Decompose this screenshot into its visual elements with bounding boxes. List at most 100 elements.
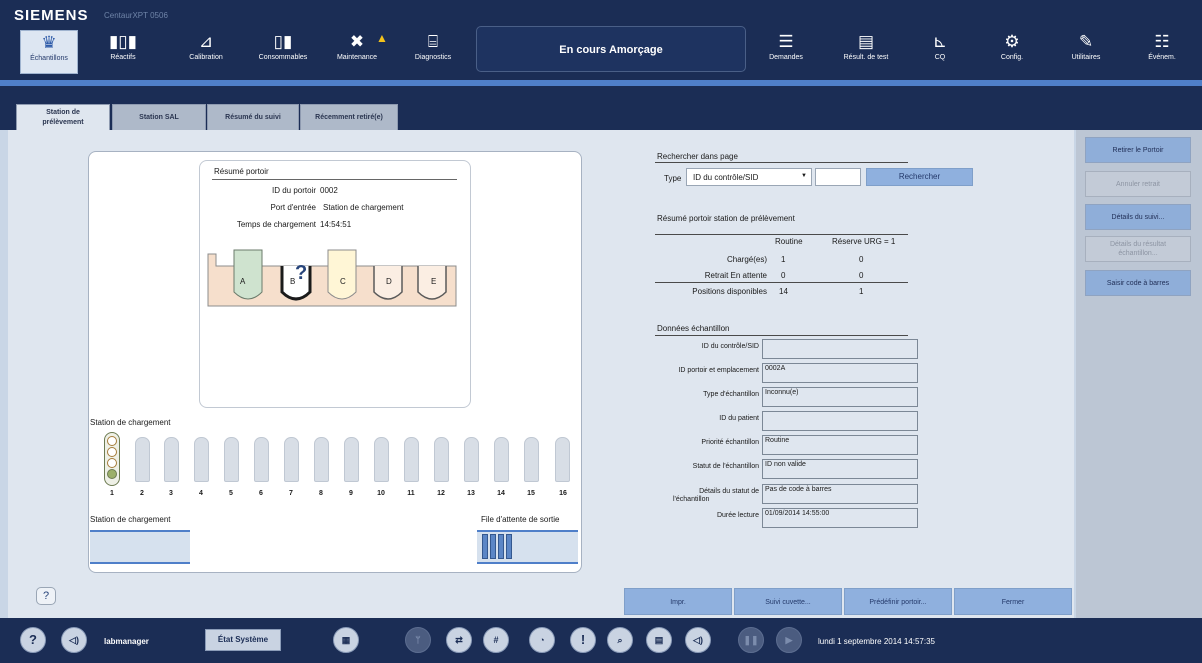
nav-test-results-button[interactable]: ▤ Résult. de test [837,30,895,74]
chevron-down-icon: ▼ [801,173,807,179]
summary-row-label: Chargé(es) [726,255,767,264]
lane-number: 1 [110,490,114,497]
loading-station-title: Station de chargement [90,418,171,427]
lane-number: 3 [169,490,173,497]
help-button[interactable]: ? [36,587,56,605]
lane-15-slot[interactable] [524,437,539,482]
nav-utilities-label: Utilitaires [1071,54,1101,61]
lane-11-slot[interactable] [404,437,419,482]
nav-diagnostics-button[interactable]: ⌸ Diagnostics [404,30,462,74]
qc-icon: ⊾ [932,32,948,51]
search-input[interactable] [815,168,861,186]
enter-barcode-button[interactable]: Saisir code à barres [1085,270,1191,296]
field-label-rack-location: ID portoir et emplacement [678,367,759,374]
tab-resume-suivi[interactable]: Résumé du suivi [207,104,299,130]
nav-config-button[interactable]: ⚙ Config. [983,30,1041,74]
lane-13-slot[interactable] [464,437,479,482]
help-circle-icon[interactable]: ? [20,627,46,653]
nav-diagnostics-label: Diagnostics [414,54,452,61]
loading-station-bottom-label: Station de chargement [90,515,171,524]
lane-5-slot[interactable] [224,437,239,482]
tab-station-sal[interactable]: Station SAL [112,104,206,130]
lane-2-slot[interactable] [135,437,150,482]
sample-result-details-button[interactable]: Détails du résultat échantillon... [1085,236,1191,262]
bottom-status-bar [0,618,1202,663]
field-control-sid [762,339,918,359]
field-label-patient-id: ID du patient [719,415,759,422]
lane-number: 7 [289,490,293,497]
nav-calibration-button[interactable]: ⊿ Calibration [177,30,235,74]
lane-number: 4 [199,490,203,497]
network-icon: ᛘ [405,627,431,653]
nav-qc-button[interactable]: ⊾ CQ [911,30,969,74]
field-read-time: 01/09/2014 14:55:00 [762,508,918,528]
lane-10-slot[interactable] [374,437,389,482]
lane-3-slot[interactable] [164,437,179,482]
tube-a [233,249,263,300]
diagnostics-icon: ⌸ [427,32,439,51]
sample-data-divider [655,335,908,336]
search-button[interactable]: Rechercher [866,168,973,186]
tracking-details-button[interactable]: Détails du suivi... [1085,204,1191,230]
search-icon[interactable]: ⌕ [607,627,633,653]
print-button[interactable]: Impr. [624,588,732,615]
summary-row-divider [655,282,908,283]
predefine-rack-button[interactable]: Prédéfinir portoir... [844,588,952,615]
lane-6-slot[interactable] [254,437,269,482]
lane-number: 8 [319,490,323,497]
nav-utilities-button[interactable]: ✎ Utilitaires [1057,30,1115,74]
nav-requests-button[interactable]: ☰ Demandes [757,30,815,74]
cancel-removal-button[interactable]: Annuler retrait [1085,171,1191,197]
summary-row-label: Retrait En attente [704,271,767,280]
lane-4-slot[interactable] [194,437,209,482]
gauge-icon[interactable]: ◔ [529,627,555,653]
calibration-icon: ⊿ [198,32,214,51]
lane-1-light-4 [107,469,117,479]
field-label-status-details: Détails du statut de l'échantillon [647,488,759,504]
samples-icon: ♛ [41,33,57,52]
sound-icon[interactable]: ◁) [61,627,87,653]
tab-station-prelevement[interactable]: Station de prélèvement [16,104,110,130]
grid-icon[interactable]: # [483,627,509,653]
lane-7-slot[interactable] [284,437,299,482]
system-status-button[interactable]: État Système [205,629,281,651]
alert-icon[interactable]: ! [570,627,596,653]
nav-consumables-button[interactable]: ▯▮ Consommables [254,30,312,74]
nav-samples-button[interactable]: ♛ Échantillons [20,30,78,74]
config-icon: ⚙ [1004,32,1020,51]
speaker-icon[interactable]: ◁) [685,627,711,653]
search-type-select[interactable]: ID du contrôle/SID ▼ [686,168,812,186]
load-time-label: Temps de chargement [236,220,316,229]
tab-recemment-retire[interactable]: Récemment retiré(e) [300,104,398,130]
sample-data-title: Données échantillon [657,324,730,333]
lane-number: 9 [349,490,353,497]
lane-number: 16 [559,490,567,497]
lane-16-slot[interactable] [555,437,570,482]
cuvette-tracking-button[interactable]: Suivi cuvette... [734,588,842,615]
nav-events-button[interactable]: ☷ Événem. [1133,30,1191,74]
nav-events-label: Événem. [1148,54,1176,61]
field-sample-priority: Routine [762,435,918,455]
lane-9-slot[interactable] [344,437,359,482]
exit-queue-rack-2 [490,534,496,559]
lane-12-slot[interactable] [434,437,449,482]
utilities-icon: ✎ [1078,32,1094,51]
tube-c [327,249,357,300]
summary-row-urg: 0 [859,271,864,280]
nav-config-label: Config. [1000,54,1024,61]
field-label-control-sid: ID du contrôle/SID [701,343,759,350]
summary-row-routine: 1 [781,255,786,264]
calendar-icon[interactable]: ▤ [646,627,672,653]
lane-14-slot[interactable] [494,437,509,482]
module-status-icon[interactable]: ▦ [333,627,359,653]
close-button[interactable]: Fermer [954,588,1072,615]
tab-station-prelevement-line1: Station de [46,109,80,116]
field-label-read-time: Durée lecture [716,512,759,519]
search-type-label: Type [664,174,682,183]
entry-port-label: Port d'entrée [270,203,316,212]
lane-8-slot[interactable] [314,437,329,482]
nav-reagents-button[interactable]: ▮▯▮ Réactifs [94,30,152,74]
transfer-icon[interactable]: ⇄ [446,627,472,653]
user-name: labmanager [104,637,149,646]
remove-rack-button[interactable]: Retirer le Portoir [1085,137,1191,163]
